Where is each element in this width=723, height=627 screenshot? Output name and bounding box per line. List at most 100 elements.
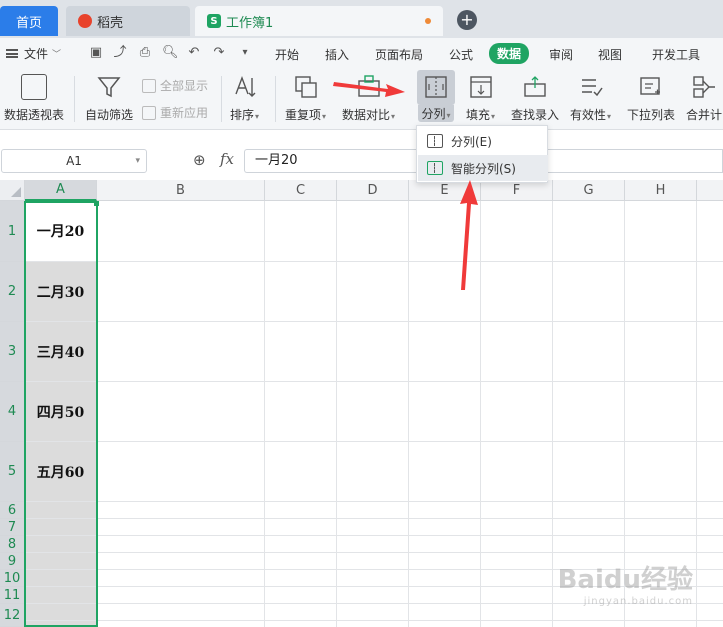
lookup-entry-label: 查找录入 — [511, 108, 560, 122]
pivot-table-button[interactable]: 数据透视表 — [4, 74, 64, 123]
show-all-button[interactable]: 全部显示 — [142, 77, 208, 94]
fill-handle[interactable] — [94, 201, 99, 206]
column-header-a[interactable]: A — [25, 180, 97, 201]
print-preview-icon[interactable]: 🔍︎ — [162, 45, 179, 61]
spreadsheet-icon: S — [207, 14, 221, 28]
row-header-12[interactable]: 12 — [0, 604, 25, 627]
tab-bar: 首页 稻壳 S 工作簿1 + — [0, 0, 723, 38]
unsaved-dot-icon — [425, 18, 431, 24]
dropdown-list-label: 下拉列表 — [627, 108, 676, 122]
row-header-7[interactable]: 7 — [0, 519, 25, 536]
data-compare-icon — [357, 75, 380, 97]
tab-formula[interactable]: 公式 — [449, 46, 473, 63]
pivot-table-icon — [21, 74, 47, 100]
select-all-corner[interactable] — [0, 180, 25, 201]
grid-line — [336, 201, 337, 627]
formula-input[interactable]: 一月20 — [244, 149, 416, 173]
row-header-1[interactable]: 1 — [0, 201, 25, 262]
ribbon-separator — [221, 76, 222, 122]
row-header-8[interactable]: 8 — [0, 536, 25, 553]
name-box[interactable]: A1 ▾ — [1, 149, 147, 173]
hamburger-icon — [6, 49, 18, 58]
tab-review[interactable]: 审阅 — [549, 46, 573, 63]
chevron-down-icon: ▾ — [135, 156, 140, 166]
undo-icon[interactable]: ↶ — [186, 45, 202, 61]
column-header-g[interactable]: G — [553, 180, 625, 201]
row-header-2[interactable]: 2 — [0, 262, 25, 322]
tab-start[interactable]: 开始 — [275, 46, 299, 63]
data-compare-button[interactable]: 数据对比▾ — [342, 74, 395, 123]
grid-line — [552, 201, 553, 627]
column-header-b[interactable]: B — [97, 180, 265, 201]
save-icon[interactable]: ▣ — [88, 45, 104, 61]
column-header-h[interactable]: H — [625, 180, 697, 201]
menu-item-smart-split[interactable]: 智能分列(S) — [418, 155, 548, 181]
tab-home[interactable]: 首页 — [0, 6, 58, 36]
row-header-10[interactable]: 10 — [0, 570, 25, 587]
show-all-label: 全部显示 — [160, 79, 209, 93]
tab-developer[interactable]: 开发工具 — [652, 46, 700, 63]
sort-button[interactable]: 排序▾ — [230, 74, 259, 123]
tab-docer[interactable]: 稻壳 — [66, 6, 190, 36]
dropdown-list-button[interactable]: 下拉列表 — [627, 74, 675, 123]
data-compare-label: 数据对比▾ — [342, 108, 396, 122]
quick-access-dropdown-icon[interactable]: ▾ — [237, 45, 253, 61]
column-header-e[interactable]: E — [409, 180, 481, 201]
tab-data[interactable]: 数据 — [489, 43, 530, 64]
baidu-watermark: Baidu经验 jingyan.baidu.com — [558, 559, 693, 607]
tab-insert[interactable]: 插入 — [325, 46, 349, 63]
merge-calc-button[interactable]: 合并计 — [686, 74, 722, 123]
autofilter-label: 自动筛选 — [85, 108, 134, 122]
formula-bar: A1 ▾ ⊕ fx 一月20 — [0, 131, 723, 179]
duplicates-button[interactable]: 重复项▾ — [285, 74, 326, 123]
watermark-url: jingyan.baidu.com — [583, 596, 693, 607]
row-header-11[interactable]: 11 — [0, 587, 25, 604]
column-header-i[interactable] — [697, 180, 723, 201]
split-column-icon-wrap — [417, 70, 455, 105]
ribbon-toolbar: 数据透视表 自动筛选 全部显示 重新应用 排序▾ 重复项▾ 数据对比▾ 分列▾ … — [0, 68, 723, 130]
column-header-c[interactable]: C — [265, 180, 337, 201]
lookup-entry-icon — [524, 76, 546, 97]
show-all-icon — [142, 78, 156, 93]
column-header-d[interactable]: D — [337, 180, 409, 201]
ribbon-separator — [275, 76, 276, 122]
lookup-entry-button[interactable]: 查找录入 — [511, 74, 559, 123]
file-menu[interactable]: 文件 ﹀ — [6, 45, 61, 62]
formula-input-tail[interactable] — [548, 149, 723, 173]
row-header-6[interactable]: 6 — [0, 502, 25, 519]
export-icon[interactable]: ⤴ — [112, 45, 128, 61]
split-column-icon — [425, 76, 447, 98]
name-box-value: A1 — [66, 154, 82, 168]
menu-item-split[interactable]: 分列(E) — [418, 128, 548, 154]
autofilter-button[interactable]: 自动筛选 — [85, 74, 133, 123]
print-icon[interactable]: ⎙ — [137, 45, 153, 61]
merge-calc-icon — [693, 76, 715, 98]
validity-label: 有效性▾ — [570, 108, 612, 122]
column-header-f[interactable]: F — [481, 180, 553, 201]
grid-line — [264, 201, 265, 627]
tab-workbook-label: 工作簿1 — [226, 15, 274, 31]
row-header-4[interactable]: 4 — [0, 382, 25, 442]
row-header-3[interactable]: 3 — [0, 322, 25, 382]
tab-page-layout[interactable]: 页面布局 — [375, 46, 423, 63]
docer-icon — [78, 14, 92, 28]
duplicates-icon — [294, 76, 317, 98]
sort-icon — [234, 76, 256, 97]
zoom-search-icon[interactable]: ⊕ — [193, 151, 206, 169]
merge-calc-label: 合并计 — [686, 108, 723, 122]
split-column-button[interactable]: 分列▾ — [417, 70, 455, 122]
grid-line — [25, 261, 723, 262]
tab-view[interactable]: 视图 — [598, 46, 622, 63]
spreadsheet-grid: A B C D E F G H 1 2 3 4 5 6 7 8 9 10 11 … — [0, 180, 723, 627]
validity-button[interactable]: 有效性▾ — [570, 74, 611, 123]
redo-icon[interactable]: ↷ — [211, 45, 227, 61]
new-tab-button[interactable]: + — [457, 10, 477, 30]
reapply-button[interactable]: 重新应用 — [142, 104, 208, 121]
row-header-5[interactable]: 5 — [0, 442, 25, 502]
grid-line — [25, 441, 723, 442]
tab-workbook[interactable]: S 工作簿1 — [195, 6, 443, 36]
fx-icon[interactable]: fx — [220, 150, 234, 168]
row-header-9[interactable]: 9 — [0, 553, 25, 570]
fill-button[interactable]: 填充▾ — [466, 74, 495, 123]
split-column-icon — [427, 134, 443, 148]
